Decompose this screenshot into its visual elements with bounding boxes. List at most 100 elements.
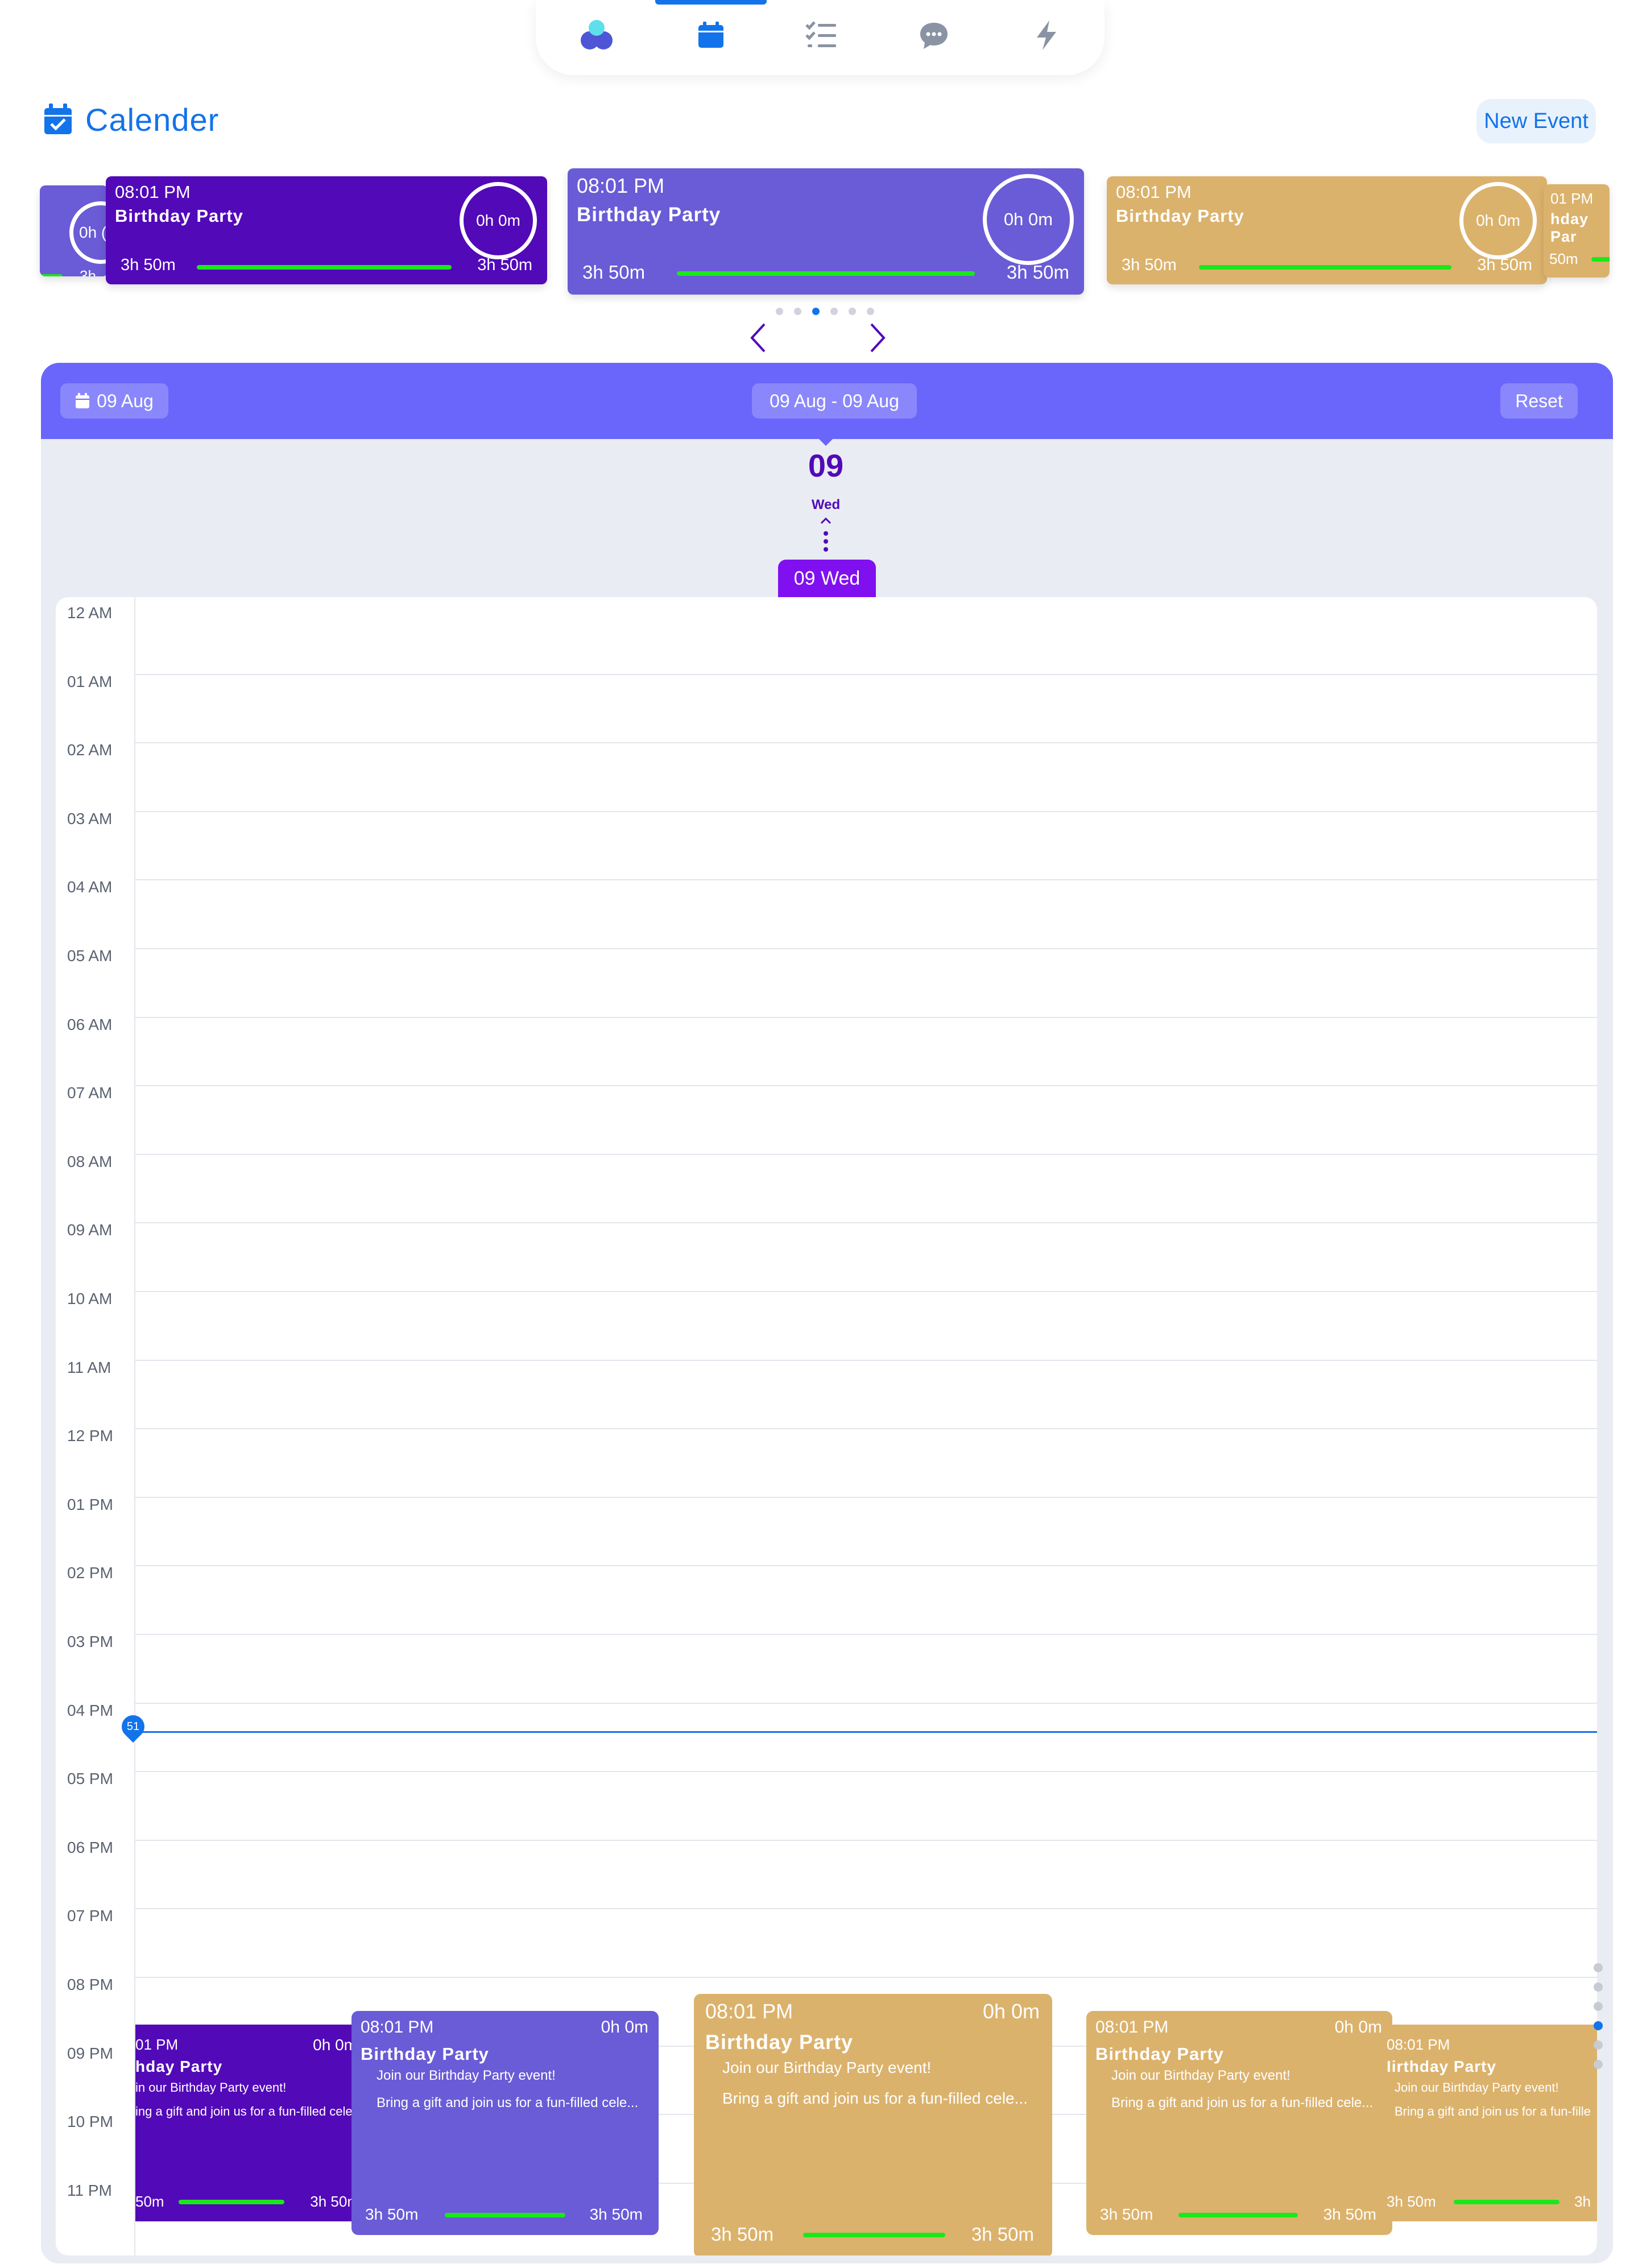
hour-gridline [135,1359,1597,1361]
hour-label: 05 PM [67,1770,113,1788]
card-title: hday Par [1550,210,1589,245]
day-name: Wed [811,497,841,512]
reset-button[interactable]: Reset [1500,383,1578,419]
page-dot-vertical-active[interactable] [1594,2021,1603,2030]
event-title: Birthday Party [361,2044,489,2064]
event-duration-left: 3h 50m [1100,2205,1153,2223]
hour-label: 01 PM [67,1495,113,1513]
carousel-card[interactable]: 08:01 PM Birthday Party 0h 0m 3h 50m 3h … [1107,176,1547,284]
card-duration-left: 3h 50m [1122,256,1177,274]
nav-checklist-button[interactable] [799,13,844,58]
progress-bar [445,2213,565,2217]
hour-gridline [135,742,1597,744]
nav-active-indicator [655,0,767,5]
carousel-card[interactable]: 08:01 PM Birthday Party 0h 0m 3h 50m 3h … [106,176,547,284]
page-dot[interactable] [776,308,783,315]
carousel-card-active[interactable]: 08:01 PM Birthday Party 0h 0m 3h 50m 3h … [568,168,1084,295]
hour-label: 06 PM [67,1838,113,1856]
page-dot[interactable] [794,308,801,315]
hour-label: 09 PM [67,2044,113,2062]
countdown-ring: 0h 0m [1459,182,1537,259]
new-event-button[interactable]: New Event [1476,99,1596,143]
chevron-right-icon[interactable] [868,322,887,354]
top-nav-bar [536,0,1105,75]
hour-label: 12 PM [67,1427,113,1445]
page-dot[interactable] [867,308,874,315]
hour-gridline [135,1565,1597,1567]
page-dot-vertical[interactable] [1594,2041,1603,2050]
progress-bar [179,2200,284,2204]
event-time: 08:01 PM [361,2018,434,2037]
event-time: 08:01 PM [705,2000,793,2023]
circles-icon [581,20,613,49]
hour-gridline [135,1291,1597,1292]
checklist-icon [805,21,836,47]
progress-bar [40,274,63,276]
chevron-left-icon[interactable] [748,322,768,354]
date-label: 09 Aug [97,390,154,411]
hour-gridline [135,1153,1597,1155]
day-timeline[interactable]: 12 AM 01 AM 02 AM 03 AM 04 AM 05 AM 06 AM 07 AM… [56,597,1597,2255]
nav-circles-button[interactable] [574,13,620,58]
expand-handle-icon[interactable] [817,515,835,553]
hour-gridline [135,673,1597,675]
event-card[interactable]: 08:01 PM 0h 0m Birthday Party Join our B… [1086,2011,1392,2235]
event-duration-right: 3h 50m [971,2224,1034,2245]
event-title: Birthday Party [705,2030,854,2054]
hour-label: 07 AM [67,1084,113,1102]
page-dot-vertical[interactable] [1594,1983,1603,1992]
event-card[interactable]: 01 PM 0h 0m hday Party in our Birthday P… [135,2025,363,2221]
hour-gridline [135,1977,1597,1978]
event-duration: 0h 0m [313,2036,357,2054]
event-time: 08:01 PM [1095,2018,1169,2037]
page-dot[interactable] [830,308,838,315]
page-dot-vertical[interactable] [1594,1963,1603,1972]
page-dot[interactable] [849,308,856,315]
hour-label: 08 PM [67,1976,113,1993]
calendar-toolbar: 09 Aug 09 Aug - 09 Aug Reset [41,363,1613,439]
progress-bar [803,2233,945,2237]
event-carousel: 0h ( 3h 5 08:01 PM Birthday Party 0h 0m … [40,168,1610,301]
page-dot-vertical[interactable] [1594,2002,1603,2011]
card-time: 08:01 PM [1116,182,1192,202]
hour-label: 01 AM [67,672,113,690]
progress-bar [197,265,452,270]
card-title: Birthday Party [1116,206,1244,226]
nav-lightning-button[interactable] [1024,13,1069,58]
day-tab[interactable]: 09 Wed [778,560,876,597]
event-card[interactable]: 08:01 PM 0h 0m Birthday Party Join our B… [351,2011,659,2235]
card-time: 08:01 PM [577,174,665,197]
hour-label: 08 AM [67,1152,113,1170]
event-title: hday Party [135,2058,223,2075]
nav-chat-button[interactable] [911,13,957,58]
page-title: Calender [85,101,220,138]
date-range-pill[interactable]: 09 Aug - 09 Aug [752,383,917,419]
event-title: Iirthday Party [1387,2058,1496,2075]
carousel-card-peek-left[interactable]: 0h ( 3h 5 [40,185,108,276]
hour-label: 04 AM [67,878,113,896]
calendar-icon [698,22,723,48]
nav-calendar-button[interactable] [688,13,734,58]
event-card[interactable]: 08:01 PM 0h 0m Birthday Party Join our B… [694,1994,1052,2255]
hour-gridline [135,1016,1597,1018]
event-card[interactable]: 08:01 PM Iirthday Party Join our Birthda… [1381,2025,1597,2221]
card-duration-left: 50m [1549,250,1578,267]
countdown-text: 0h 0m [1476,212,1520,229]
time-column-divider [134,597,135,2255]
event-subtitle: Join our Birthday Party event! [1395,2080,1559,2095]
current-time-line [135,1731,1597,1733]
hour-gridline [135,879,1597,881]
event-description: Bring a gift and join us for a fun-fille… [1111,2095,1374,2110]
event-duration: 0h 0m [601,2018,648,2037]
page-dot-active[interactable] [812,308,820,315]
calendar-icon [76,393,90,408]
page-dot-vertical[interactable] [1594,2060,1603,2069]
event-duration: 0h 0m [982,2000,1040,2023]
date-picker-button[interactable]: 09 Aug [60,383,168,419]
event-duration-right: 3h [1574,2193,1591,2210]
card-duration-right: 3h 50m [1006,262,1069,283]
event-description: ing a gift and join us for a fun-filled … [135,2104,357,2118]
card-duration-left: 3h 50m [121,256,176,274]
event-subtitle: Join our Birthday Party event! [1111,2068,1290,2083]
carousel-card-peek-right[interactable]: 01 PM hday Par 50m [1544,184,1610,278]
